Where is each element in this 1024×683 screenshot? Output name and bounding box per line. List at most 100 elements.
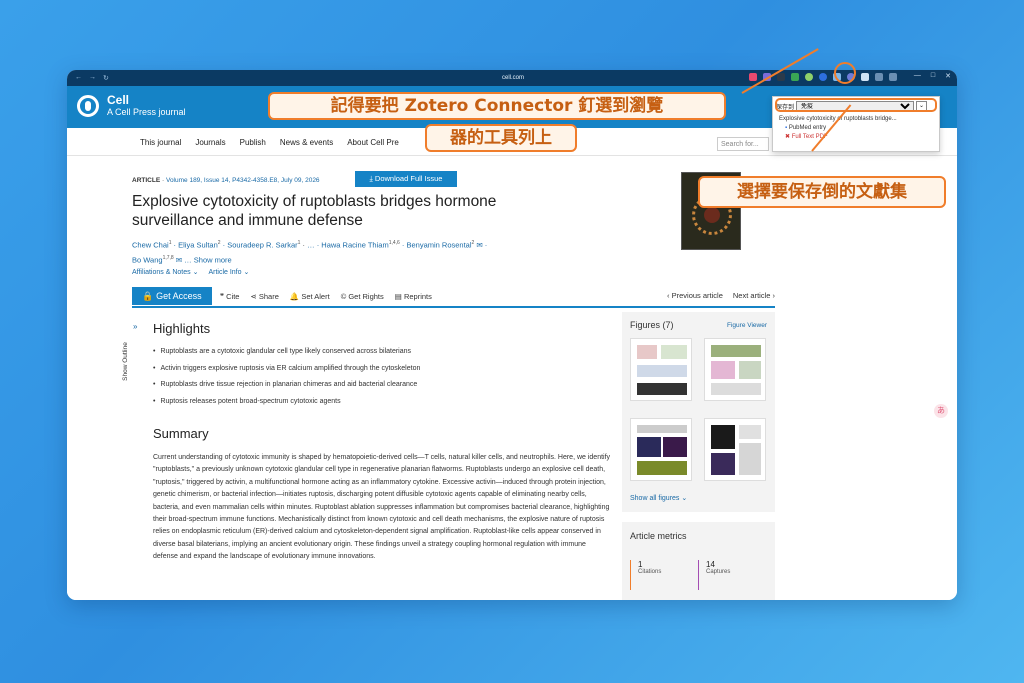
download-full-issue-button[interactable]: ⤓ Download Full Issue [355, 171, 457, 187]
extension-icon[interactable] [791, 73, 799, 81]
figures-heading: Figures (7) [630, 320, 674, 330]
article-info-toggle[interactable]: Article Info ⌄ [208, 268, 249, 276]
summary-heading: Summary [153, 426, 209, 441]
share-button[interactable]: ⋖ Share [250, 292, 278, 301]
close-icon[interactable]: ✕ [945, 72, 951, 80]
nav-item-about[interactable]: About Cell Pre [347, 138, 399, 147]
extension-icon[interactable] [749, 73, 757, 81]
nav-item-news-events[interactable]: News & events [280, 138, 333, 147]
article-info-label: Article Info [208, 269, 242, 276]
window-controls: — □ ✕ [914, 72, 951, 80]
author-sup: 1,7,8 [162, 254, 174, 261]
figure-thumbnail[interactable] [630, 418, 692, 481]
email-icon[interactable]: ✉ [176, 255, 182, 264]
share-icon: ⋖ [250, 291, 257, 301]
maximize-icon[interactable]: □ [931, 72, 935, 80]
brand-tagline: A Cell Press journal [107, 107, 186, 117]
double-chevron-right-icon: » [133, 322, 138, 331]
nav-item-this-journal[interactable]: This journal [140, 138, 181, 147]
get-rights-button[interactable]: © Get Rights [341, 292, 384, 301]
set-alert-button[interactable]: 🔔 Set Alert [290, 292, 330, 301]
figure-thumbnail[interactable] [630, 338, 692, 401]
author-link[interactable]: Souradeep R. Sarkar [227, 241, 297, 250]
extensions-puzzle-icon[interactable] [875, 73, 883, 81]
affiliations-toggle[interactable]: Affiliations & Notes ⌄ [132, 268, 198, 276]
captures-label: Captures [706, 569, 731, 575]
reprints-button[interactable]: ▤ Reprints [395, 292, 432, 301]
choose-collection-callout: 選擇要保存倒的文獻集 [698, 176, 946, 208]
zotero-save-popup: 保存到 免疫 ⌄ Explosive cytotoxicity of rupto… [772, 96, 940, 152]
figure-thumbnail[interactable] [704, 418, 766, 481]
pubmed-label: PubMed entry [788, 125, 827, 131]
collection-highlight [775, 98, 937, 112]
chevron-down-icon: ⌄ [192, 269, 199, 276]
extension-icon[interactable] [777, 73, 785, 81]
nav-item-publish[interactable]: Publish [240, 138, 266, 147]
article-volume-link[interactable]: Volume 189, Issue 14, P4342-4358.E8, Jul… [166, 177, 320, 184]
author-link[interactable]: Eliya Sultan [178, 241, 218, 250]
chevron-left-icon: ‹ [667, 291, 670, 300]
previous-article-link[interactable]: ‹ Previous article [667, 291, 723, 300]
zotero-icon-highlight-ring [834, 62, 856, 84]
extension-icon[interactable] [819, 73, 827, 81]
translate-icon[interactable]: あ [934, 404, 948, 418]
captures-metric[interactable]: 14 Captures [698, 560, 730, 590]
highlight-item: Activin triggers explosive ruptosis via … [153, 361, 420, 378]
chevron-right-icon: › [772, 291, 776, 300]
affiliations-label: Affiliations & Notes [132, 269, 191, 276]
callout-text: 器的工具列上 [450, 128, 552, 148]
author-link[interactable]: Bo Wang [132, 255, 163, 264]
forward-icon[interactable]: → [89, 74, 96, 82]
callout-text: 選擇要保存倒的文獻集 [737, 182, 907, 202]
highlights-list: Ruptoblasts are a cytotoxic glandular ce… [153, 344, 420, 410]
reload-icon[interactable]: ↻ [103, 74, 109, 82]
article-info-links: Affiliations & Notes ⌄ Article Info ⌄ [132, 268, 249, 276]
zotero-connector-icon[interactable] [861, 73, 869, 81]
search-input[interactable]: Search for... [717, 137, 769, 151]
bell-icon: 🔔 [289, 291, 300, 301]
minimize-icon[interactable]: — [914, 72, 921, 80]
download-label: Download Full Issue [374, 174, 443, 183]
nav-item-journals[interactable]: Journals [195, 138, 225, 147]
next-article-link[interactable]: Next article › [733, 291, 775, 300]
figures-panel: Figures (7) Figure Viewer Show all figur… [622, 312, 775, 512]
show-all-label: Show all figures [630, 495, 680, 502]
callout-text: 記得要把 Zotero Connector 釘選到瀏覽 [330, 96, 664, 116]
article-title: Explosive cytotoxicity of ruptoblasts br… [132, 193, 497, 229]
show-all-figures-link[interactable]: Show all figures ⌄ [630, 494, 687, 502]
web-page-icon: ▪ [785, 125, 788, 131]
author-list: Chew Chai1 · Eliya Sultan2 · Souradeep R… [132, 240, 488, 264]
highlights-heading: Highlights [153, 321, 211, 336]
citations-metric[interactable]: 1 Citations [630, 560, 661, 590]
author-sup: 1 [297, 240, 301, 246]
highlight-item: Ruptoblasts drive tissue rejection in pl… [153, 377, 420, 394]
chevron-down-icon: ⌄ [243, 269, 250, 276]
author-link[interactable]: Benyamin Rosental [406, 241, 471, 250]
cover-art [704, 207, 720, 223]
get-access-button[interactable]: 🔒 Get Access [132, 287, 212, 305]
cell-logo-icon [77, 95, 99, 117]
browser-nav: ← → ↻ [75, 74, 109, 82]
sidebar-icon[interactable] [889, 73, 897, 81]
pdf-icon: ✖ [785, 134, 791, 140]
reprints-label: Reprints [403, 291, 432, 301]
set-alert-label: Set Alert [301, 291, 330, 301]
extension-icon[interactable] [805, 73, 813, 81]
show-more-link[interactable]: Show more [194, 255, 232, 264]
article-pagination: ‹ Previous article Next article › [667, 291, 775, 300]
address-bar[interactable]: cell.com [433, 73, 593, 83]
cell-logo[interactable]: Cell A Cell Press journal [77, 94, 186, 118]
show-outline-toggle[interactable]: » Show Outline [122, 322, 145, 402]
author-link[interactable]: Hawa Racine Thiam [321, 241, 388, 250]
figure-viewer-link[interactable]: Figure Viewer [727, 322, 767, 329]
chevron-down-icon: ⌄ [681, 495, 688, 502]
pin-extension-callout: 記得要把 Zotero Connector 釘選到瀏覽 [268, 92, 726, 120]
author-sup: 1,4,6 [388, 240, 400, 246]
figure-thumbnail[interactable] [704, 338, 766, 401]
back-icon[interactable]: ← [75, 74, 82, 82]
author-link[interactable]: Chew Chai [132, 241, 169, 250]
highlight-item: Ruptosis releases potent broad-spectrum … [153, 394, 420, 411]
email-icon[interactable]: ✉ [476, 241, 482, 250]
cite-button[interactable]: ❞ Cite [220, 292, 239, 301]
article-meta: ARTICLE · Volume 189, Issue 14, P4342-43… [132, 177, 320, 184]
